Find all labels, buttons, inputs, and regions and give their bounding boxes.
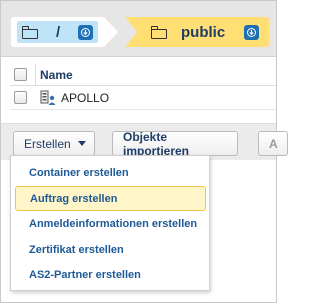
breadcrumb-label: public [181,23,226,41]
breadcrumb-chevron [104,17,118,47]
import-objects-button[interactable]: Objekte importieren [112,130,238,158]
table-header: Name [10,63,276,86]
breadcrumb-pill: / [11,17,104,47]
menu-item-create-certificate[interactable]: Zertifikat erstellen [15,237,206,262]
folder-icon [22,25,38,39]
breadcrumb-label-wrap: public [147,21,263,43]
row-name[interactable]: APOLLO [61,91,109,105]
breadcrumb-label: / [56,23,61,41]
download-icon[interactable] [78,24,93,40]
breadcrumb-pill: public [137,17,269,47]
column-spacer [35,86,36,110]
menu-item-create-container[interactable]: Container erstellen [15,160,206,185]
breadcrumb-item-public[interactable]: public [125,17,269,47]
create-dropdown-menu: Container erstellen Auftrag erstellen An… [10,155,210,291]
truncated-button[interactable]: A [258,131,288,156]
chevron-down-icon [77,141,86,146]
select-all-checkbox[interactable] [14,68,27,81]
row-checkbox[interactable] [14,91,27,104]
table-row[interactable]: APOLLO [10,86,276,110]
create-button-label: Erstellen [24,136,71,151]
create-button[interactable]: Erstellen [13,131,95,156]
object-table: Name APOLLO [10,63,276,110]
menu-item-create-job[interactable]: Auftrag erstellen [15,186,206,211]
column-header-name[interactable]: Name [40,68,73,82]
breadcrumb-tail [125,17,137,47]
folder-icon [151,25,167,39]
breadcrumb-label-wrap: / [17,21,98,43]
menu-item-create-as2-partner[interactable]: AS2-Partner erstellen [15,262,206,287]
breadcrumb-item-root[interactable]: / [11,17,118,47]
breadcrumb: / public [1,1,276,57]
column-divider [35,63,36,86]
container-user-icon [40,90,56,106]
download-icon[interactable] [244,24,259,40]
menu-item-create-credentials[interactable]: Anmeldeinformationen erstellen [15,211,206,236]
